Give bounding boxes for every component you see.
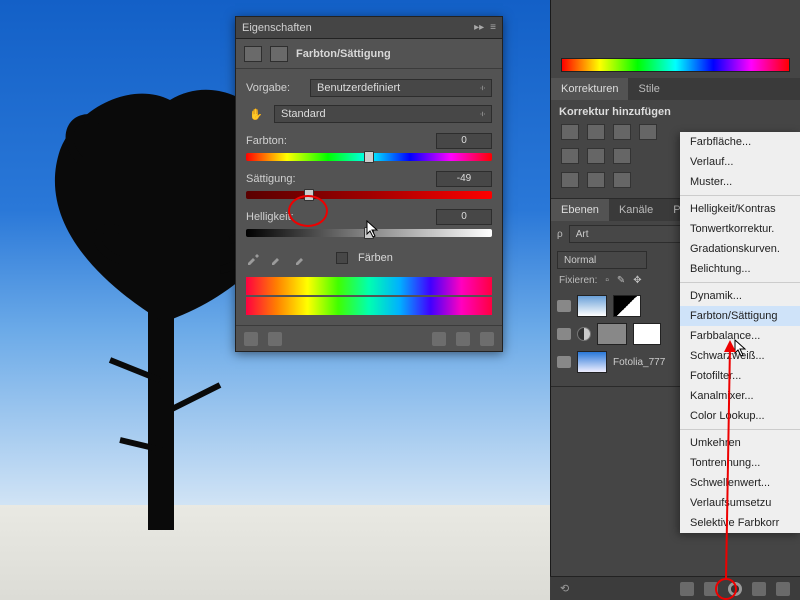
layer-thumb[interactable] — [597, 323, 627, 345]
saturation-slider[interactable] — [246, 191, 492, 199]
panel-menu-icon[interactable]: ≡ — [490, 22, 496, 33]
channel-mixer-icon[interactable] — [613, 172, 631, 188]
menu-black-white[interactable]: Schwarzweiß... — [680, 346, 800, 366]
exposure-icon[interactable] — [639, 124, 657, 140]
brightness-icon[interactable] — [561, 124, 579, 140]
collapse-chevrons-icon[interactable]: ▸▸ — [474, 22, 484, 33]
panel-title: Eigenschaften — [242, 22, 312, 34]
clip-to-layer-icon[interactable] — [244, 332, 258, 346]
lock-pixels-icon[interactable]: ▫ — [605, 275, 609, 286]
adjustment-circle-icon — [577, 327, 591, 341]
color-balance-icon[interactable] — [613, 148, 631, 164]
mask-add-icon[interactable] — [704, 582, 718, 596]
saturation-value[interactable]: -49 — [436, 171, 492, 187]
menu-invert[interactable]: Umkehren — [680, 433, 800, 453]
lock-label: Fixieren: — [559, 275, 597, 286]
layer-thumb[interactable] — [577, 351, 607, 373]
color-spectrum-shifted — [246, 297, 492, 315]
menu-curves[interactable]: Gradationskurven. — [680, 239, 800, 259]
menu-brightness-contrast[interactable]: Helligkeit/Kontras — [680, 199, 800, 219]
folder-icon[interactable] — [752, 582, 766, 596]
menu-hue-saturation[interactable]: Farbton/Sättigung — [680, 306, 800, 326]
blend-mode-dropdown[interactable]: Normal — [557, 251, 647, 269]
layer-visibility-icon[interactable] — [557, 356, 571, 368]
preset-label: Vorgabe: — [246, 82, 302, 94]
menu-posterize[interactable]: Tontrennung... — [680, 453, 800, 473]
tab-layers[interactable]: Ebenen — [551, 199, 609, 221]
menu-pattern[interactable]: Muster... — [680, 172, 800, 192]
visibility-icon[interactable] — [432, 332, 446, 346]
menu-color-balance[interactable]: Farbbalance... — [680, 326, 800, 346]
layer-visibility-icon[interactable] — [557, 300, 571, 312]
menu-gradient-map[interactable]: Verlaufsumsetzu — [680, 493, 800, 513]
lock-brush-icon[interactable]: ✎ — [617, 275, 625, 286]
reset-icon[interactable] — [456, 332, 470, 346]
trash-icon[interactable] — [480, 332, 494, 346]
layer-visibility-icon[interactable] — [557, 328, 571, 340]
menu-levels[interactable]: Tonwertkorrektur. — [680, 219, 800, 239]
lightness-slider[interactable] — [246, 229, 492, 237]
hue-value[interactable]: 0 — [436, 133, 492, 149]
tab-adjustments[interactable]: Korrekturen — [551, 78, 628, 100]
color-panel-strip[interactable] — [561, 58, 790, 72]
preset-dropdown[interactable]: Benutzerdefiniert — [310, 79, 492, 97]
menu-color-lookup[interactable]: Color Lookup... — [680, 406, 800, 426]
new-adjustment-layer-icon[interactable] — [728, 582, 742, 596]
levels-icon[interactable] — [587, 124, 605, 140]
eyedropper-minus-icon[interactable] — [294, 251, 308, 265]
hue-label: Farbton: — [246, 135, 287, 147]
hue-thumb[interactable] — [364, 151, 374, 163]
menu-solid-color[interactable]: Farbfläche... — [680, 132, 800, 152]
lightness-thumb[interactable] — [364, 227, 374, 239]
color-spectrum — [246, 277, 492, 295]
panel-header[interactable]: Eigenschaften ▸▸ ≡ — [236, 17, 502, 39]
lightness-value[interactable]: 0 — [436, 209, 492, 225]
layer-mask-thumb[interactable] — [613, 295, 641, 317]
curves-icon[interactable] — [613, 124, 631, 140]
colorize-checkbox[interactable] — [336, 252, 348, 264]
layers-footer-bar: ⟲ — [550, 576, 800, 600]
new-layer-icon[interactable] — [776, 582, 790, 596]
mask-view-icon[interactable] — [270, 46, 288, 62]
menu-selective-color[interactable]: Selektive Farbkorr — [680, 513, 800, 533]
layer-thumb[interactable] — [577, 295, 607, 317]
panel-subheader: Farbton/Sättigung — [236, 39, 502, 69]
hue-slider[interactable] — [246, 153, 492, 161]
saturation-thumb[interactable] — [304, 189, 314, 201]
tab-styles[interactable]: Stile — [628, 78, 669, 100]
layer-name[interactable]: Fotolia_777 — [613, 357, 665, 368]
menu-gradient[interactable]: Verlauf... — [680, 152, 800, 172]
photo-filter-icon[interactable] — [587, 172, 605, 188]
add-adjustment-label: Korrektur hinzufügen — [551, 100, 800, 120]
previous-state-icon[interactable] — [268, 332, 282, 346]
lock-move-icon[interactable]: ✥ — [633, 275, 641, 286]
bw-icon[interactable] — [561, 172, 579, 188]
fx-icon[interactable] — [680, 582, 694, 596]
adjustment-type-icon — [244, 46, 262, 62]
menu-vibrance[interactable]: Dynamik... — [680, 286, 800, 306]
lightness-label: Helligkeit: — [246, 211, 294, 223]
panel-footer — [236, 325, 502, 351]
saturation-label: Sättigung: — [246, 173, 296, 185]
targeted-adjust-icon[interactable]: ✋ — [246, 108, 266, 121]
vibrance-icon[interactable] — [561, 148, 579, 164]
eyedropper-plus-icon[interactable] — [270, 251, 284, 265]
adjustment-context-menu: Farbfläche... Verlauf... Muster... Helli… — [680, 132, 800, 533]
link-layers-icon[interactable]: ⟲ — [560, 582, 569, 595]
hue-sat-icon[interactable] — [587, 148, 605, 164]
tab-channels[interactable]: Kanäle — [609, 199, 663, 221]
channel-dropdown[interactable]: Standard — [274, 105, 492, 123]
colorize-label: Färben — [358, 252, 393, 264]
menu-exposure[interactable]: Belichtung... — [680, 259, 800, 279]
eyedropper-icon[interactable] — [246, 251, 260, 265]
menu-channel-mixer[interactable]: Kanalmixer... — [680, 386, 800, 406]
layer-mask-thumb[interactable] — [633, 323, 661, 345]
properties-panel: Eigenschaften ▸▸ ≡ Farbton/Sättigung Vor… — [235, 16, 503, 352]
adjustment-name: Farbton/Sättigung — [296, 48, 391, 60]
menu-photo-filter[interactable]: Fotofilter... — [680, 366, 800, 386]
menu-threshold[interactable]: Schwellenwert... — [680, 473, 800, 493]
